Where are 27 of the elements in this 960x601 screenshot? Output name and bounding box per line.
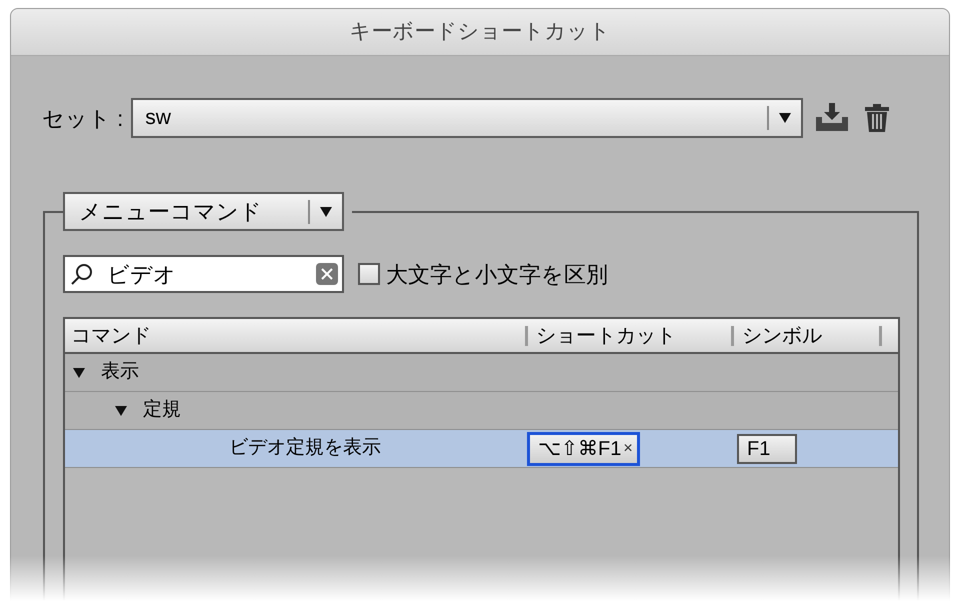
search-icon: [71, 263, 93, 285]
search-field[interactable]: ビデオ: [63, 255, 344, 293]
table-row[interactable]: 表示: [65, 354, 898, 392]
column-header[interactable]: シンボル: [742, 320, 822, 350]
case-checkbox[interactable]: [358, 263, 380, 285]
caret-icon: [779, 113, 792, 123]
column-header[interactable]: ショートカット: [536, 320, 676, 350]
column-header[interactable]: コマンド: [65, 320, 151, 350]
expand-toggle[interactable]: [73, 368, 85, 378]
trash-icon[interactable]: [865, 104, 890, 132]
download-icon[interactable]: [815, 103, 850, 133]
clear-shortcut-button[interactable]: ×: [623, 436, 633, 460]
set-label: セット :: [42, 104, 124, 132]
case-checkbox-label: 大文字と小文字を区別: [386, 260, 608, 288]
table-row[interactable]: 定規: [65, 392, 898, 430]
scope-dropdown[interactable]: メニューコマンド: [63, 192, 344, 231]
window-title: キーボードショートカット: [350, 19, 610, 46]
command-label: 表示: [101, 360, 139, 384]
clear-search-icon[interactable]: [316, 263, 338, 285]
shortcut-field[interactable]: ⌥⇧⌘F1×: [527, 432, 640, 466]
command-label: 定規: [143, 398, 181, 422]
command-label: ビデオ定規を表示: [229, 436, 381, 460]
symbol-field: F1: [737, 434, 797, 464]
table-row[interactable]: ビデオ定規を表示 ⌥⇧⌘F1× F1: [65, 430, 898, 468]
set-dropdown[interactable]: sw: [131, 98, 804, 138]
expand-toggle[interactable]: [115, 406, 127, 416]
caret-icon: [320, 206, 332, 216]
